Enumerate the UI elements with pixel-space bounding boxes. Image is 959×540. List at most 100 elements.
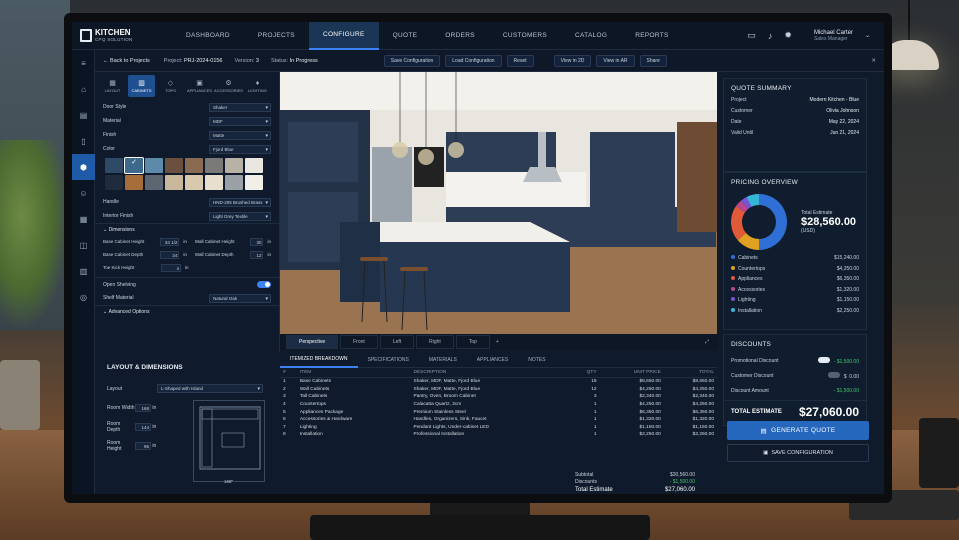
table-row[interactable]: 3 Tall Cabinets Pantry, Oven, Broom Cabine… [280,393,717,401]
color-swatch[interactable] [105,175,123,190]
breakdown-tab[interactable]: NOTES [518,352,555,368]
user-menu[interactable]: Michael Carter Sales Manager [814,30,853,42]
promo-discount-toggle[interactable] [817,356,830,363]
view-2d-button[interactable]: View in 2D [553,54,592,67]
load-configuration-button[interactable]: Load Configuration [445,54,502,67]
color-swatch[interactable] [225,158,243,173]
bell-icon[interactable]: ♪ [768,31,773,41]
share-button[interactable]: Share [639,54,667,67]
generate-quote-button[interactable]: ▤ GENERATE QUOTE [727,421,869,440]
nav-item-configure[interactable]: CONFIGURE [308,22,379,50]
color-swatch[interactable] [185,158,203,173]
view-tab-front[interactable]: Front [340,335,378,349]
nav-item-quote[interactable]: QUOTE [379,22,432,50]
fullscreen-icon[interactable]: ⤢ [705,339,709,345]
table-row[interactable]: 8 Installation Professional Installation 1 $… [280,431,717,439]
nav-item-customers[interactable]: CUSTOMERS [489,22,561,50]
color-select[interactable]: Fjord Blue [209,144,271,154]
layout-select[interactable]: L-Shaped with Island [157,384,263,393]
material-select[interactable]: MDF [209,116,271,126]
base-height-input[interactable]: 34 1/2 [159,237,180,246]
table-row[interactable]: 4 Countertops Calacatta Quartz, 3cm 1 $4,250… [280,401,717,409]
door-style-select[interactable]: Shaker [209,102,271,112]
room-depth-input[interactable]: 144 [135,422,151,431]
customer-discount-toggle[interactable] [827,371,840,378]
breakdown-tab[interactable]: ITEMIZED BREAKDOWN [280,352,358,368]
room-width-input[interactable]: 168 [135,403,151,412]
color-swatch[interactable] [245,175,263,190]
menu-icon[interactable]: ≡ [72,50,95,76]
table-row[interactable]: 5 Appliances Package Premium Stainless Ste… [280,408,717,416]
breakdown-tab[interactable]: SPECIFICATIONS [358,352,419,368]
color-swatch[interactable] [185,175,203,190]
open-shelving-toggle[interactable] [257,281,271,288]
table-row[interactable]: 7 Lighting Pendant Lights, Under-cabinet L… [280,424,717,432]
interior-select[interactable]: Light Grey Textile [209,211,271,221]
save-configuration-button[interactable]: Save Configuration [383,54,441,67]
color-swatch[interactable] [165,158,183,173]
room-height-input[interactable]: 96 [135,441,151,450]
reset-button[interactable]: Reset [506,54,534,67]
document-icon[interactable]: ▯ [72,128,95,154]
wall-height-input[interactable]: 30 [249,237,264,246]
shelf-material-select[interactable]: Natural Oak [209,293,271,303]
nav-item-dashboard[interactable]: DASHBOARD [172,22,244,50]
color-swatch[interactable] [145,158,163,173]
layers-icon[interactable]: ◫ [72,232,95,258]
color-swatch[interactable] [125,175,143,190]
nav-item-projects[interactable]: PROJECTS [244,22,309,50]
color-swatch[interactable] [105,158,123,173]
folder-icon[interactable]: ▤ [72,102,95,128]
base-depth-input[interactable]: 24 [159,250,180,259]
gear-icon[interactable]: ✹ [784,30,792,41]
catalog-icon[interactable]: ▦ [72,206,95,232]
nav-item-reports[interactable]: REPORTS [621,22,682,50]
cube-icon[interactable]: ⬢ [72,154,95,180]
view-tab-perspective[interactable]: Perspective [286,335,339,349]
breakdown-tab[interactable]: MATERIALS [419,352,467,368]
logo[interactable]: KITCHEN CPQ SOLUTION [72,29,172,42]
color-swatch[interactable] [225,175,243,190]
table-row[interactable]: 6 Accessories & Hardware Handles, Organize… [280,416,717,424]
color-swatch[interactable] [145,175,163,190]
add-view-button[interactable]: + [496,339,499,345]
color-swatch[interactable] [165,175,183,190]
color-swatch[interactable] [205,175,223,190]
color-swatch[interactable]: ✓ [124,157,144,174]
config-tab-lighting[interactable]: ♦ LIGHTING [244,75,271,97]
view-ar-button[interactable]: View in AR [596,54,635,67]
nav-item-orders[interactable]: ORDERS [431,22,489,50]
kitchen-3d-viewport[interactable] [280,72,717,334]
color-swatch[interactable] [205,158,223,173]
config-tab-layout[interactable]: ▦ LAYOUT [99,75,126,97]
advanced-options-section[interactable]: ⌄ Advanced Options [95,305,279,317]
handle-select[interactable]: HND-205 Brushed Brass [209,197,271,207]
close-icon[interactable]: ✕ [871,58,876,64]
users-icon[interactable]: ☺ [72,180,95,206]
table-row[interactable]: 1 Base Cabinets Shaker, MDF, Matte, Fjord … [280,378,717,386]
wall-depth-input[interactable]: 12 [249,250,264,259]
config-tab-cabinets[interactable]: ▥ CABINETS [128,75,155,97]
chart-icon[interactable]: ▥ [72,258,95,284]
finish-select[interactable]: Matte [209,130,271,140]
config-tab-appliances[interactable]: ▣ APPLIANCES [186,75,213,97]
color-swatch[interactable] [245,158,263,173]
nav-item-catalog[interactable]: CATALOG [561,22,621,50]
dimensions-section[interactable]: ⌄ Dimensions [95,223,279,235]
chevron-down-icon[interactable]: ⌄ [865,32,870,39]
view-tab-right[interactable]: Right [416,335,454,349]
breakdown-tab[interactable]: APPLIANCES [467,352,518,368]
config-tab-accessories[interactable]: ⚙ ACCESSORIES [214,75,243,97]
help-icon[interactable]: ◎ [72,284,95,310]
table-row[interactable]: 2 Wall Cabinets Shaker, MDF, Matte, Fjord … [280,386,717,394]
floor-plan[interactable]: 168" [193,400,265,484]
view-tab-top[interactable]: Top [455,335,490,349]
wall-depth-label: Wall Cabinet Depth [194,252,234,257]
config-tab-tops[interactable]: ◇ TOPS [157,75,184,97]
chat-icon[interactable]: ▭ [747,30,756,41]
back-to-projects-link[interactable]: ← Back to Projects [95,58,158,64]
toe-kick-input[interactable]: 4 [161,263,181,272]
view-tab-left[interactable]: Left [379,335,415,349]
save-configuration-footer-button[interactable]: ▣ SAVE CONFIGURATION [727,444,869,462]
dashboard-icon[interactable]: ⌂ [72,76,95,102]
